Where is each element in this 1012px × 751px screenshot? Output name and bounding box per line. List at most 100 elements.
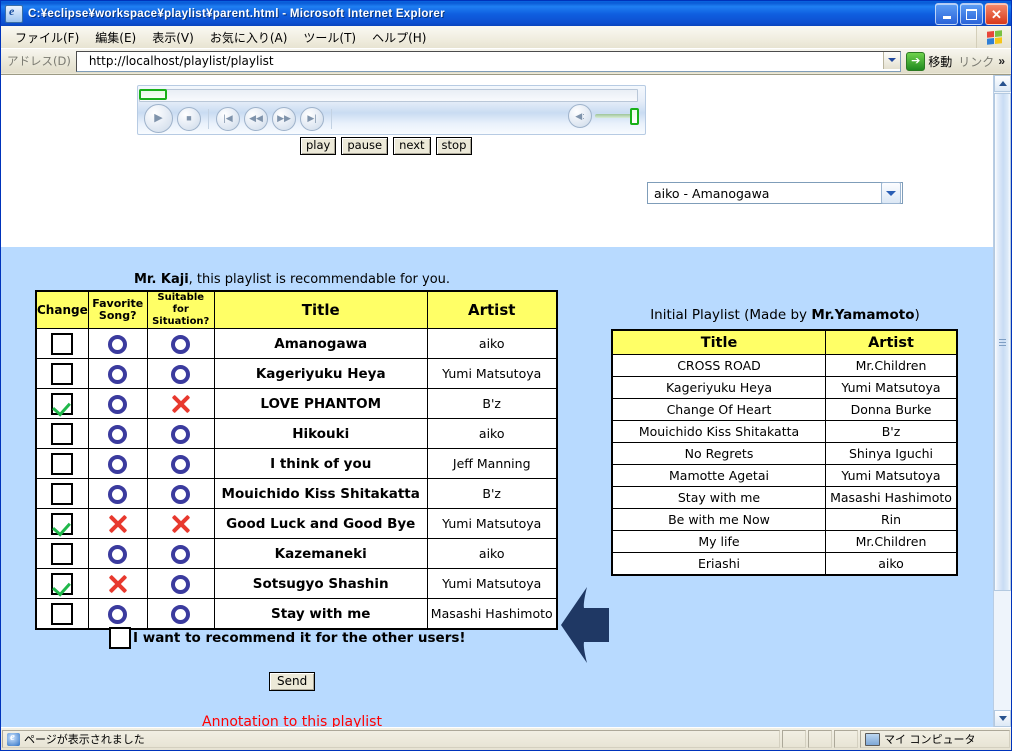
minimize-button[interactable] (935, 3, 958, 25)
seek-thumb[interactable] (139, 89, 167, 100)
annotation-to-this-playlist-link[interactable]: Annotation to this playlist (202, 714, 382, 727)
change-checkbox[interactable] (51, 572, 74, 595)
address-bar: アドレス(D) http://localhost/playlist/playli… (1, 48, 1011, 73)
artist-cell: Yumi Matsutoya (825, 376, 958, 399)
vertical-scrollbar[interactable] (993, 75, 1011, 727)
title-cell: My life (611, 530, 826, 553)
suitable-cell (146, 328, 215, 359)
title-cell: Kazemaneki (213, 538, 428, 569)
playback-button-row: play pause next stop (300, 137, 473, 155)
cross-mark-icon (171, 514, 191, 534)
volume-thumb[interactable] (630, 107, 639, 125)
table-row: CROSS ROAD Mr.Children (611, 354, 958, 377)
table-row: Kageriyuku Heya Yumi Matsutoya (611, 376, 958, 399)
table-row: I think of you Jeff Manning (35, 448, 558, 479)
change-checkbox[interactable] (51, 422, 74, 445)
change-checkbox[interactable] (51, 602, 74, 625)
menu-favorites[interactable]: お気に入り(A) (202, 27, 296, 48)
recommend-checkbox[interactable] (109, 627, 131, 649)
song-select-chevron-down-icon[interactable] (881, 182, 901, 204)
artist-cell: aiko (825, 552, 958, 576)
close-button[interactable]: ✕ (985, 3, 1008, 25)
player-fast-forward-icon[interactable]: ▶▶ (272, 106, 296, 131)
title-cell: Eriashi (611, 552, 826, 576)
favorite-cell (87, 388, 148, 419)
playlist-content: Mr. Kaji, this playlist is recommendable… (1, 247, 993, 727)
table-row: Stay with me Masashi Hashimoto (35, 598, 558, 630)
table-header-row: Change Favorite Song? Suitable for Situa… (35, 290, 558, 329)
next-button[interactable]: next (393, 137, 431, 155)
address-input[interactable]: http://localhost/playlist/playlist (75, 50, 902, 72)
table-row: Mouichido Kiss Shitakatta B'z (611, 420, 958, 443)
menu-help[interactable]: ヘルプ(H) (364, 27, 434, 48)
ie-document-icon (5, 4, 23, 23)
scrollbar-grip-icon (999, 338, 1006, 346)
scroll-up-button[interactable] (994, 75, 1011, 92)
title-cell: CROSS ROAD (611, 354, 826, 377)
seek-bar[interactable] (139, 89, 638, 102)
change-checkbox[interactable] (51, 482, 74, 505)
artist-cell: Rin (825, 508, 958, 531)
initial-playlist-table-body: CROSS ROAD Mr.Children Kageriyuku Heya Yumi… (611, 354, 958, 576)
caption-author: Mr.Yamamoto (811, 307, 915, 323)
artist-cell: aiko (426, 418, 558, 449)
title-cell: LOVE PHANTOM (213, 388, 428, 419)
title-cell: No Regrets (611, 442, 826, 465)
player-stop-icon[interactable]: ■ (177, 106, 201, 131)
table-row: Kazemaneki aiko (35, 538, 558, 569)
menu-edit[interactable]: 編集(E) (87, 27, 144, 48)
menu-tools[interactable]: ツール(T) (295, 27, 364, 48)
left-pointing-arrow-icon (559, 585, 611, 665)
favorite-cell (87, 328, 148, 359)
initial-playlist-caption: Initial Playlist (Made by Mr.Yamamoto) (611, 307, 959, 323)
circle-mark-icon (108, 334, 128, 354)
play-button[interactable]: play (300, 137, 337, 155)
divider (208, 108, 209, 129)
scroll-down-button[interactable] (994, 710, 1011, 727)
player-area: ▶ ■ |◀ ◀◀ ▶▶ ▶| ◀: play pause next stop … (1, 75, 993, 204)
change-checkbox[interactable] (51, 542, 74, 565)
change-checkbox[interactable] (51, 512, 74, 535)
title-cell: Change Of Heart (611, 398, 826, 421)
player-rewind-icon[interactable]: ◀◀ (244, 106, 268, 131)
volume-controls: ◀: (568, 104, 639, 128)
browser-window: C:¥eclipse¥workspace¥playlist¥parent.htm… (0, 0, 1012, 751)
column-header-artist: Artist (825, 329, 958, 355)
menu-view[interactable]: 表示(V) (144, 27, 202, 48)
volume-icon[interactable]: ◀: (568, 104, 592, 128)
windows-flag-logo (976, 26, 1011, 48)
windows-media-player: ▶ ■ |◀ ◀◀ ▶▶ ▶| ◀: (137, 85, 646, 135)
title-cell: Kageriyuku Heya (611, 376, 826, 399)
stop-button[interactable]: stop (435, 137, 473, 155)
song-select-dropdown[interactable]: aiko - Amanogawa (647, 182, 903, 204)
table-row: Hikouki aiko (35, 418, 558, 449)
cross-mark-icon (108, 514, 128, 534)
favorite-line2: Song? (98, 309, 137, 322)
change-checkbox[interactable] (51, 362, 74, 385)
address-dropdown-button[interactable] (883, 51, 901, 69)
go-label: 移動 (928, 54, 953, 69)
send-button[interactable]: Send (269, 672, 316, 691)
player-prev-track-icon[interactable]: |◀ (216, 106, 240, 131)
scrollbar-thumb[interactable] (994, 93, 1011, 591)
menu-file[interactable]: ファイル(F) (7, 27, 87, 48)
player-next-track-icon[interactable]: ▶| (300, 106, 324, 131)
volume-slider[interactable] (595, 114, 633, 118)
change-checkbox[interactable] (51, 332, 74, 355)
maximize-button[interactable] (960, 3, 983, 25)
pause-button[interactable]: pause (341, 137, 389, 155)
go-button[interactable]: ➔ 移動 (903, 51, 958, 71)
player-play-icon[interactable]: ▶ (144, 104, 173, 133)
favorite-cell (87, 418, 148, 449)
window-controls: ✕ (935, 3, 1008, 25)
circle-mark-icon (108, 424, 128, 444)
change-cell (35, 478, 89, 509)
links-button[interactable]: リンク » (958, 53, 1011, 70)
circle-mark-icon (171, 604, 191, 624)
chevron-down-icon (998, 716, 1007, 721)
column-header-suitable: Suitable for Situation? (146, 290, 215, 329)
my-computer-icon (865, 732, 880, 746)
change-checkbox[interactable] (51, 392, 74, 415)
change-checkbox[interactable] (51, 452, 74, 475)
circle-mark-icon (171, 574, 191, 594)
